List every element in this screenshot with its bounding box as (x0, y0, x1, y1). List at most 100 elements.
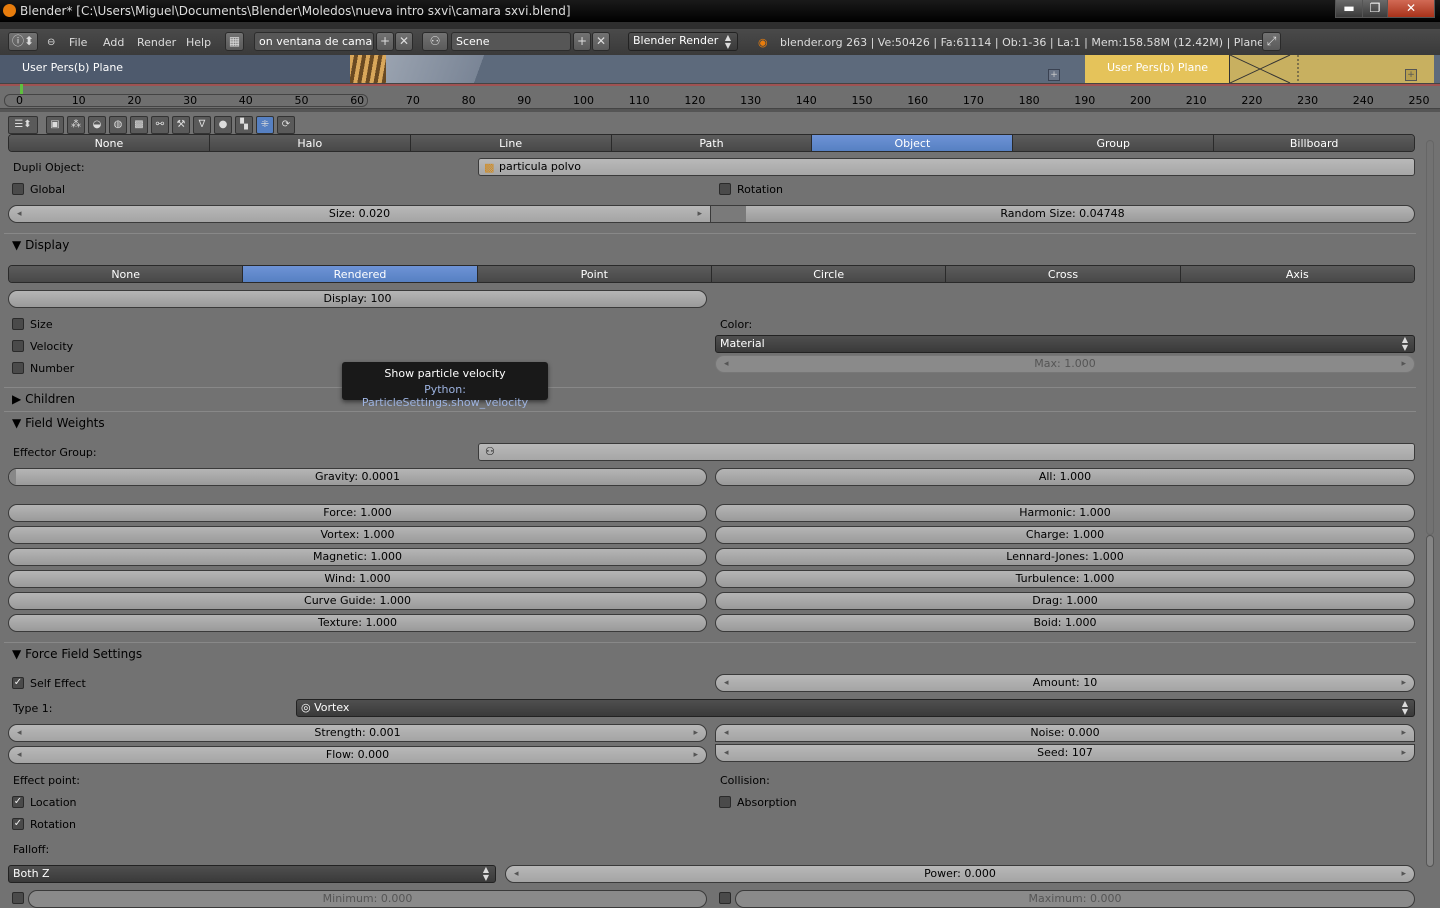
display-mode-option-none[interactable]: None (9, 266, 244, 282)
global-checkbox[interactable] (12, 183, 24, 195)
children-panel-header[interactable]: ▶ Children (4, 387, 1416, 409)
physics-tab-icon[interactable]: ⟳ (277, 116, 295, 134)
force-field-panel-header[interactable]: ▼ Force Field Settings (4, 642, 1416, 664)
menu-file[interactable]: File (69, 34, 87, 52)
display-amount-slider[interactable]: Display: 100 (8, 290, 707, 308)
data-tab-icon[interactable]: ∇ (193, 116, 211, 134)
show-velocity-checkbox[interactable] (12, 340, 24, 352)
random-size-slider[interactable]: Random Size: 0.04748 (710, 205, 1415, 223)
add-scene-icon[interactable]: + (573, 32, 591, 51)
all-slider[interactable]: All: 1.000 (715, 468, 1415, 486)
field-weight-slider[interactable]: Vortex: 1.000 (8, 526, 707, 544)
scene-name-field[interactable]: Scene (451, 32, 571, 51)
effect-location-checkbox[interactable] (12, 796, 24, 808)
gravity-slider[interactable]: Gravity: 0.0001 (8, 468, 707, 486)
increment-arrow-icon[interactable]: ▸ (1401, 675, 1406, 691)
render-as-option-object[interactable]: Object (812, 135, 1014, 151)
strength-field[interactable]: ◂ Strength: 0.001 ▸ (8, 724, 707, 742)
current-frame-marker[interactable] (20, 84, 23, 94)
effect-rotation-checkbox[interactable] (12, 818, 24, 830)
editor-type-properties-icon[interactable]: ☰⬍ (8, 116, 38, 134)
decrement-arrow-icon[interactable]: ◂ (724, 745, 729, 761)
texture-tab-icon[interactable]: ▚ (235, 116, 253, 134)
minimize-button[interactable]: ▬ (1335, 0, 1363, 18)
display-mode-option-rendered[interactable]: Rendered (243, 266, 478, 282)
use-minimum-checkbox[interactable] (12, 892, 24, 904)
render-as-option-path[interactable]: Path (611, 135, 813, 151)
split-area-icon[interactable]: + (1048, 69, 1060, 81)
show-size-checkbox[interactable] (12, 318, 24, 330)
field-weight-slider[interactable]: Magnetic: 1.000 (8, 548, 707, 566)
screen-layout-icon[interactable]: ▦ (225, 32, 244, 51)
decrement-arrow-icon[interactable]: ◂ (724, 675, 729, 691)
use-maximum-checkbox[interactable] (719, 892, 731, 904)
display-mode-option-cross[interactable]: Cross (946, 266, 1181, 282)
rotation-checkbox[interactable] (719, 183, 731, 195)
screen-name-field[interactable]: on ventana de camara (254, 32, 374, 51)
effector-group-field[interactable]: ⚇ (478, 443, 1415, 461)
properties-scrollbar[interactable] (1424, 140, 1436, 900)
add-screen-icon[interactable]: + (376, 32, 394, 51)
max-field[interactable]: ◂ Max: 1.000 ▸ (715, 355, 1415, 373)
render-as-option-halo[interactable]: Halo (209, 135, 411, 151)
decrement-arrow-icon[interactable]: ◂ (17, 747, 22, 763)
world-tab-icon[interactable]: ◍ (109, 116, 127, 134)
noise-field[interactable]: ◂ Noise: 0.000 ▸ (715, 724, 1415, 742)
field-weight-slider[interactable]: Harmonic: 1.000 (715, 504, 1415, 522)
increment-arrow-icon[interactable]: ▸ (693, 725, 698, 741)
field-weight-slider[interactable]: Wind: 1.000 (8, 570, 707, 588)
increment-arrow-icon[interactable]: ▸ (1401, 745, 1406, 761)
maximum-field[interactable]: Maximum: 0.000 (735, 890, 1415, 908)
scene-tab-icon[interactable]: ◒ (88, 116, 106, 134)
menu-render[interactable]: Render (137, 34, 176, 52)
display-mode-option-axis[interactable]: Axis (1180, 266, 1414, 282)
close-button[interactable]: ✕ (1387, 0, 1435, 18)
editor-type-info-icon[interactable]: ⓘ⬍ (8, 32, 38, 51)
field-weights-panel-header[interactable]: ▼ Field Weights (4, 411, 1416, 433)
delete-screen-icon[interactable]: ✕ (395, 32, 413, 51)
render-layers-tab-icon[interactable]: ⁂ (67, 116, 85, 134)
scene-icon[interactable]: ⚇ (422, 32, 448, 51)
material-tab-icon[interactable]: ● (214, 116, 232, 134)
constraints-tab-icon[interactable]: ⚯ (151, 116, 169, 134)
scrollbar-thumb[interactable] (1426, 535, 1434, 867)
display-panel-header[interactable]: ▼ Display (4, 233, 1416, 255)
render-as-option-group[interactable]: Group (1013, 135, 1215, 151)
field-weight-slider[interactable]: Drag: 1.000 (715, 592, 1415, 610)
render-engine-dropdown[interactable]: Blender Render ▲ ▼ (628, 32, 738, 51)
object-tab-icon[interactable]: ▩ (130, 116, 148, 134)
amount-field[interactable]: ◂ Amount: 10 ▸ (715, 674, 1415, 692)
field-weight-slider[interactable]: Boid: 1.000 (715, 614, 1415, 632)
increment-arrow-icon[interactable]: ▸ (1401, 866, 1406, 882)
collapse-menu-icon[interactable]: ⊖ (47, 34, 55, 52)
decrement-arrow-icon[interactable]: ◂ (17, 206, 22, 222)
modifiers-tab-icon[interactable]: ⚒ (172, 116, 190, 134)
decrement-arrow-icon[interactable]: ◂ (724, 725, 729, 741)
display-mode-option-circle[interactable]: Circle (711, 266, 947, 282)
3d-viewport[interactable]: User Pers(b) Plane + User Pers(b) Plane … (0, 54, 1440, 84)
seed-field[interactable]: ◂ Seed: 107 ▸ (715, 744, 1415, 762)
color-dropdown[interactable]: Material ▲ ▼ (715, 335, 1415, 353)
timeline-ruler[interactable]: 0 10 20 30 40 50 60 70 80 90 100 110 120 130 140 150 160… (0, 83, 1440, 109)
dupli-object-field[interactable]: ▩ particula polvo (478, 158, 1415, 176)
increment-arrow-icon[interactable]: ▸ (1401, 725, 1406, 741)
decrement-arrow-icon[interactable]: ◂ (17, 725, 22, 741)
fullscreen-icon[interactable]: ⤢ (1262, 32, 1281, 51)
flow-field[interactable]: ◂ Flow: 0.000 ▸ (8, 746, 707, 764)
maximize-button[interactable]: ❐ (1362, 0, 1388, 18)
render-as-option-none[interactable]: None (9, 135, 210, 151)
field-weight-slider[interactable]: Turbulence: 1.000 (715, 570, 1415, 588)
absorption-checkbox[interactable] (719, 796, 731, 808)
split-area-icon[interactable]: + (1405, 69, 1417, 81)
display-mode-option-point[interactable]: Point (477, 266, 712, 282)
render-as-option-billboard[interactable]: Billboard (1214, 135, 1414, 151)
menu-add[interactable]: Add (103, 34, 124, 52)
falloff-dropdown[interactable]: Both Z ▲ ▼ (8, 865, 496, 883)
render-tab-icon[interactable]: ▣ (46, 116, 64, 134)
minimum-field[interactable]: Minimum: 0.000 (28, 890, 707, 908)
increment-arrow-icon[interactable]: ▸ (693, 747, 698, 763)
field-weight-slider[interactable]: Texture: 1.000 (8, 614, 707, 632)
power-field[interactable]: ◂ Power: 0.000 ▸ (505, 865, 1415, 883)
show-number-checkbox[interactable] (12, 362, 24, 374)
size-field[interactable]: ◂ Size: 0.020 ▸ (8, 205, 711, 223)
